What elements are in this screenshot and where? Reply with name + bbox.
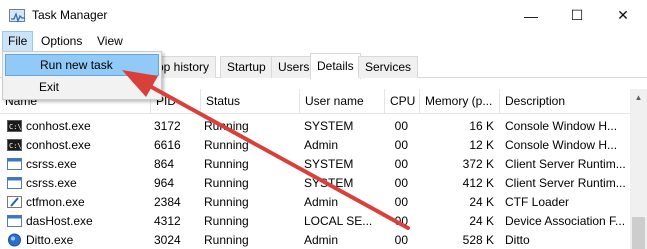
status-cell: Running <box>204 233 249 247</box>
pid-cell: 3024 <box>154 233 181 247</box>
description-cell: Console Window H... <box>505 119 618 133</box>
tab-startup[interactable]: Startup <box>220 56 273 78</box>
user-cell: LOCAL SE... <box>304 214 373 228</box>
ditto-globe-icon <box>7 233 22 247</box>
user-cell: SYSTEM <box>304 119 354 133</box>
user-cell: SYSTEM <box>304 176 354 190</box>
status-cell: Running <box>204 157 249 171</box>
process-name-cell: csrss.exe <box>26 176 77 190</box>
status-cell: Running <box>204 214 249 228</box>
menu-bar: File Options View <box>0 31 647 52</box>
file-dropdown-menu: Run new task Exit <box>2 51 162 100</box>
memory-cell: 12 K <box>469 138 494 152</box>
window-app-icon <box>7 157 22 171</box>
process-name-cell: conhost.exe <box>26 138 91 152</box>
user-cell: Admin <box>304 138 339 152</box>
close-icon: ✕ <box>617 7 629 23</box>
close-button[interactable]: ✕ <box>600 0 646 31</box>
column-header-description[interactable]: Description <box>499 89 630 114</box>
description-cell: CTF Loader <box>505 195 570 209</box>
maximize-button[interactable]: ☐ <box>554 0 600 31</box>
minimize-button[interactable]: — <box>508 0 554 31</box>
ctf-pen-icon <box>7 195 22 209</box>
svg-text:C:\: C:\ <box>9 142 22 150</box>
menu-view[interactable]: View <box>92 31 128 52</box>
status-cell: Running <box>204 195 249 209</box>
description-cell: Device Association F... <box>505 214 626 228</box>
scroll-up-arrow-icon[interactable]: ▲ <box>630 89 647 106</box>
description-cell: Client Server Runtim... <box>505 176 626 190</box>
description-cell: Client Server Runtim... <box>505 157 626 171</box>
process-name-cell: dasHost.exe <box>26 214 93 228</box>
pid-cell: 3172 <box>154 119 181 133</box>
status-cell: Running <box>204 138 249 152</box>
exit-menu-item[interactable]: Exit <box>5 76 159 98</box>
console-icon: C:\ <box>7 119 22 133</box>
tab-services[interactable]: Services <box>358 56 419 78</box>
column-header-memory[interactable]: Memory (p... <box>419 89 499 114</box>
minimize-icon: — <box>524 7 538 24</box>
process-name-cell: csrss.exe <box>26 157 77 171</box>
run-new-task-menu-item[interactable]: Run new task <box>5 54 159 76</box>
cpu-cell: 00 <box>394 214 408 228</box>
window-app-icon <box>7 214 22 228</box>
title-bar: Task Manager — ☐ ✕ <box>0 0 647 31</box>
description-cell: Ditto <box>505 233 530 247</box>
user-cell: Admin <box>304 195 339 209</box>
memory-cell: 412 K <box>462 176 494 190</box>
cpu-cell: 00 <box>394 157 408 171</box>
task-manager-icon <box>9 9 25 23</box>
status-cell: Running <box>204 176 249 190</box>
table-row[interactable]: Ditto.exe 3024 Running Admin 00 528 K Ditto <box>0 231 630 249</box>
table-row[interactable]: ctfmon.exe 2384 Running Admin 00 24 K CTF Load… <box>0 193 630 212</box>
pid-cell: 864 <box>154 157 175 171</box>
console-icon: C:\ <box>7 138 22 152</box>
cpu-cell: 00 <box>394 195 408 209</box>
table-row[interactable]: C:\ conhost.exe 6616 Running Admin 00 12 K Cons… <box>0 136 630 155</box>
cpu-cell: 00 <box>394 233 408 247</box>
memory-cell: 528 K <box>462 233 494 247</box>
menu-file[interactable]: File <box>2 31 34 52</box>
process-name-cell: Ditto.exe <box>26 233 74 247</box>
table-row[interactable]: csrss.exe 864 Running SYSTEM 00 372 K Client S… <box>0 155 630 174</box>
menu-options[interactable]: Options <box>36 31 87 52</box>
memory-cell: 24 K <box>469 214 494 228</box>
user-cell: SYSTEM <box>304 157 354 171</box>
table-row[interactable]: csrss.exe 964 Running SYSTEM 00 412 K Client S… <box>0 174 630 193</box>
description-cell: Console Window H... <box>505 138 618 152</box>
pid-cell: 4312 <box>154 214 181 228</box>
user-cell: Admin <box>304 233 339 247</box>
pid-cell: 2384 <box>154 195 181 209</box>
column-header-user[interactable]: User name <box>299 89 379 114</box>
pid-cell: 964 <box>154 176 175 190</box>
window-app-icon <box>7 176 22 190</box>
status-cell: Running <box>204 119 249 133</box>
svg-text:C:\: C:\ <box>9 123 22 131</box>
table-row[interactable]: C:\ conhost.exe 3172 Running SYSTEM 00 16 K Con… <box>0 117 630 136</box>
column-header-cpu[interactable]: CPU <box>384 89 420 114</box>
vertical-scrollbar[interactable]: ▲ <box>630 89 647 249</box>
cpu-cell: 00 <box>394 176 408 190</box>
process-name-cell: conhost.exe <box>26 119 91 133</box>
cpu-cell: 00 <box>394 119 408 133</box>
window-title: Task Manager <box>32 8 108 22</box>
scroll-thumb[interactable] <box>632 217 645 249</box>
memory-cell: 16 K <box>469 119 494 133</box>
tab-details[interactable]: Details <box>310 53 361 79</box>
column-header-status[interactable]: Status <box>200 89 299 114</box>
memory-cell: 372 K <box>462 157 494 171</box>
memory-cell: 24 K <box>469 195 494 209</box>
table-row[interactable]: dasHost.exe 4312 Running LOCAL SE... 00 24 K D… <box>0 212 630 231</box>
process-name-cell: ctfmon.exe <box>26 195 85 209</box>
cpu-cell: 00 <box>394 138 408 152</box>
pid-cell: 6616 <box>154 138 181 152</box>
maximize-icon: ☐ <box>570 7 584 23</box>
